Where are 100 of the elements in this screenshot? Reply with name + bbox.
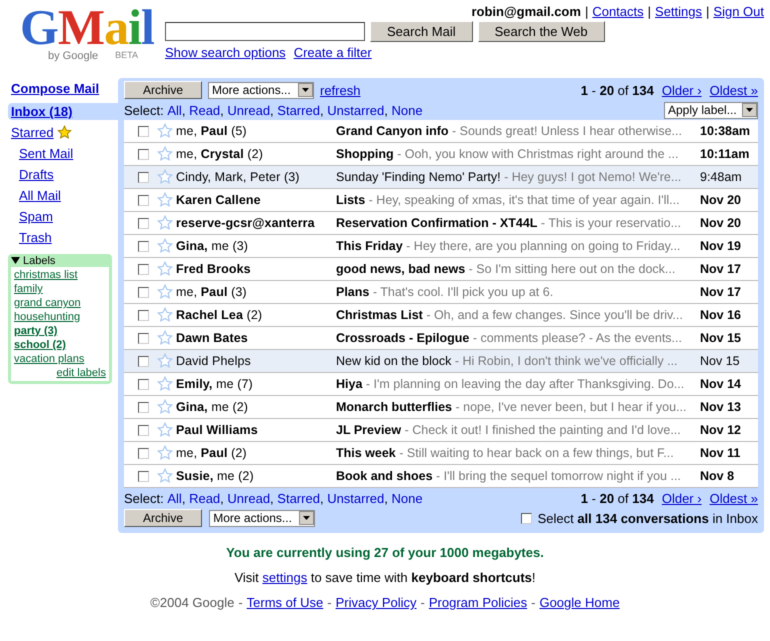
checkbox[interactable] (138, 264, 149, 274)
select-link[interactable]: None (392, 490, 423, 506)
star-icon[interactable] (157, 192, 173, 208)
archive-button[interactable]: Archive (124, 81, 202, 99)
star-icon[interactable] (157, 146, 173, 162)
gmail-logo[interactable]: GMail (20, 4, 160, 50)
select-link[interactable]: Unread (227, 102, 270, 118)
checkbox[interactable] (520, 512, 532, 524)
folder-link[interactable]: Inbox (18) (8, 103, 118, 120)
select-link[interactable]: None (392, 102, 423, 118)
star-icon[interactable] (157, 445, 173, 461)
star-icon[interactable] (157, 215, 173, 231)
checkbox[interactable] (138, 332, 149, 344)
select-link[interactable]: Starred (277, 102, 320, 118)
label-link[interactable]: christmas list (14, 269, 106, 281)
edit-labels-link[interactable]: edit labels (56, 367, 106, 379)
folder-link[interactable]: Drafts (8, 166, 118, 183)
label-link[interactable]: family (14, 283, 106, 295)
select-link[interactable]: Starred (277, 490, 320, 506)
older-link[interactable]: Older › (662, 82, 702, 98)
footer-link[interactable]: Privacy Policy (336, 595, 417, 610)
folder-link[interactable]: All Mail (8, 187, 118, 204)
message-row[interactable]: Fred Brooks good news, bad news - So I'm sitting here out on the dock... Nov 17 (124, 258, 758, 281)
message-row[interactable]: me, Paul (5) Grand Canyon info - Sounds great! Unless I hear otherwise... 10:38am (124, 120, 758, 143)
footer-link[interactable]: Google Home (539, 595, 620, 610)
label-link[interactable]: vacation plans (14, 353, 106, 365)
star-icon[interactable] (157, 468, 173, 484)
label-link[interactable]: school (2) (14, 339, 106, 351)
message-row[interactable]: Karen Callene Lists - Hey, speaking of xmas, it's that time of year again. I'll... Nov 20 (124, 189, 758, 212)
select-link[interactable]: All (167, 490, 182, 506)
folder-link[interactable]: Trash (8, 229, 118, 246)
star-icon[interactable] (157, 261, 173, 277)
star-icon[interactable] (157, 376, 173, 392)
search-link[interactable]: Show search options (165, 45, 286, 60)
star-icon[interactable] (157, 307, 173, 323)
message-row[interactable]: Cindy, Mark, Peter (3) Sunday 'Finding Nemo' Party! - Hey guys! I got Nemo! We're... 9:48am (124, 166, 758, 189)
account-link[interactable]: Sign Out (713, 4, 764, 19)
checkbox[interactable] (138, 378, 149, 390)
message-row[interactable]: reserve-gcsr@xanterra Reservation Confirmation - XT44L - This is your reservatio... Nov 20 (124, 212, 758, 235)
label-link[interactable]: party (3) (14, 325, 106, 337)
checkbox[interactable] (138, 286, 149, 298)
select-link[interactable]: Read (189, 490, 220, 506)
checkbox[interactable] (138, 148, 149, 160)
checkbox[interactable] (138, 240, 149, 252)
folder-link[interactable]: Starred (11, 124, 54, 141)
label-link[interactable]: grand canyon (14, 297, 106, 309)
message-row[interactable]: Paul Williams JL Preview - Check it out! I finished the painting and I'd love... Nov 12 (124, 419, 758, 442)
checkbox[interactable] (138, 424, 149, 436)
account-link[interactable]: Settings (655, 4, 702, 19)
oldest-link[interactable]: Oldest » (710, 82, 758, 98)
select-link[interactable]: Unread (227, 490, 270, 506)
refresh-link[interactable]: refresh (320, 82, 360, 98)
folder-link[interactable]: Sent Mail (8, 145, 118, 162)
search-button[interactable]: Search Mail (370, 21, 473, 42)
oldest-link[interactable]: Oldest » (710, 490, 758, 506)
star-icon[interactable] (157, 330, 173, 346)
footer-link[interactable]: Program Policies (428, 595, 528, 610)
star-icon[interactable] (157, 284, 173, 300)
actions-dropdown[interactable]: More actions... (209, 510, 316, 526)
message-row[interactable]: David Phelps New kid on the block - Hi Robin, I don't think we've officially ... Nov 15 (124, 350, 758, 373)
star-icon[interactable] (157, 422, 173, 438)
checkbox[interactable] (138, 402, 149, 412)
folder-link[interactable]: Spam (8, 208, 118, 225)
message-row[interactable]: Emily, me (7) Hiya - I'm planning on leaving the day after Thanksgiving. Do... Nov 14 (124, 373, 758, 396)
checkbox[interactable] (138, 194, 149, 206)
search-button[interactable]: Search the Web (478, 21, 605, 42)
checkbox[interactable] (138, 126, 149, 136)
checkbox[interactable] (138, 356, 149, 366)
compose-link[interactable]: Compose Mail (0, 78, 118, 103)
message-row[interactable]: Gina, me (2) Monarch butterflies - nope, I've never been, but I hear if you... Nov 13 (124, 396, 758, 419)
star-icon[interactable] (157, 123, 173, 139)
message-row[interactable]: Rachel Lea (2) Christmas List - Oh, and a few changes. Since you'll be driv... Nov 16 (124, 304, 758, 327)
apply-label-dropdown[interactable]: Apply label... (664, 102, 758, 118)
older-link[interactable]: Older › (662, 490, 702, 506)
search-link[interactable]: Create a filter (294, 45, 372, 60)
search-field[interactable] (165, 22, 365, 41)
message-row[interactable]: Gina, me (3) This Friday - Hey there, are you planning on going to Friday... Nov 19 (124, 235, 758, 258)
label-link[interactable]: househunting (14, 311, 106, 323)
checkbox[interactable] (138, 470, 149, 482)
checkbox[interactable] (138, 218, 149, 228)
message-row[interactable]: me, Paul (2) This week - Still waiting to hear back on a few things, but F... Nov 11 (124, 442, 758, 465)
archive-button[interactable]: Archive (124, 509, 202, 527)
actions-dropdown[interactable]: More actions... (208, 82, 314, 98)
checkbox[interactable] (138, 448, 149, 458)
select-link[interactable]: Read (189, 102, 220, 118)
message-row[interactable]: me, Paul (3) Plans - That's cool. I'll pick you up at 6. Nov 17 (124, 281, 758, 304)
star-icon[interactable] (157, 399, 173, 415)
checkbox[interactable] (138, 310, 149, 320)
account-link[interactable]: Contacts (592, 4, 644, 19)
star-icon[interactable] (157, 353, 173, 369)
select-link[interactable]: Unstarred (327, 102, 384, 118)
settings-link[interactable]: settings (262, 570, 308, 585)
triangle-icon[interactable] (11, 257, 20, 265)
footer-link[interactable]: Terms of Use (246, 595, 324, 610)
select-link[interactable]: Unstarred (327, 490, 384, 506)
star-icon[interactable] (157, 169, 173, 185)
message-row[interactable]: Susie, me (2) Book and shoes - I'll bring the sequel tomorrow night if you ... Nov 8 (124, 465, 758, 488)
select-link[interactable]: All (167, 102, 182, 118)
checkbox[interactable] (138, 172, 149, 182)
star-icon[interactable] (157, 238, 173, 254)
